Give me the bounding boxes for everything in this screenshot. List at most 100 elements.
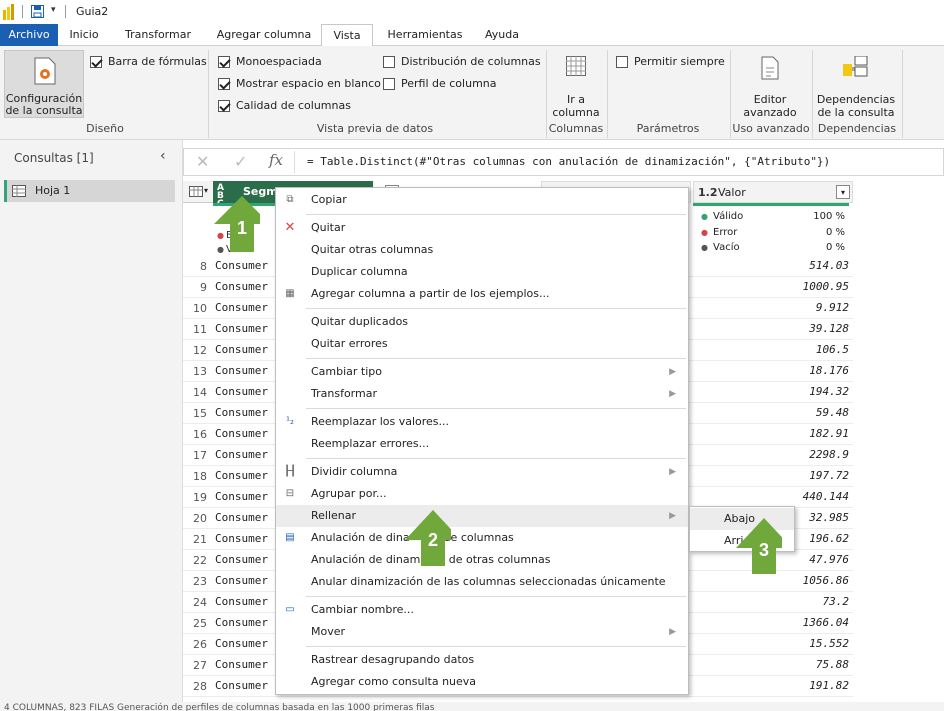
cell-valor[interactable]: 194.32: [703, 385, 849, 398]
cell-valor[interactable]: 9.912: [703, 301, 849, 314]
cell-segmento[interactable]: Consumer: [215, 427, 268, 440]
tab-transformar[interactable]: Transformar: [116, 24, 200, 46]
perfil-checkbox[interactable]: Perfil de columna: [383, 77, 497, 90]
cell-segmento[interactable]: Consumer: [215, 595, 268, 608]
menu-item-transformar[interactable]: Transformar ▶: [276, 383, 688, 405]
barra-formulas-checkbox[interactable]: Barra de fórmulas: [90, 55, 207, 68]
menu-item-anulacion-columnas[interactable]: ▤ Anulación de dina de columnas: [276, 527, 688, 549]
cell-segmento[interactable]: Consumer: [215, 385, 268, 398]
save-icon[interactable]: [31, 5, 44, 18]
cell-segmento[interactable]: Consumer: [215, 259, 268, 272]
menu-item-quitar-otras[interactable]: Quitar otras columnas: [276, 239, 688, 261]
cell-valor[interactable]: 106.5: [703, 343, 849, 356]
cell-segmento[interactable]: Consumer: [215, 490, 268, 503]
cell-valor[interactable]: 197.72: [703, 469, 849, 482]
cell-segmento[interactable]: Consumer: [215, 553, 268, 566]
menu-item-cambiar-tipo[interactable]: Cambiar tipo ▶: [276, 361, 688, 383]
menu-item-quitar-errores[interactable]: Quitar errores: [276, 333, 688, 355]
cell-valor[interactable]: 440.144: [703, 490, 849, 503]
cell-segmento[interactable]: Consumer: [215, 616, 268, 629]
cancel-formula-icon[interactable]: ✕: [196, 152, 209, 171]
fx-icon[interactable]: fx: [269, 151, 283, 169]
menu-item-quitar-duplicados[interactable]: Quitar duplicados: [276, 311, 688, 333]
menu-item-cambiar-nombre[interactable]: ▭ Cambiar nombre...: [276, 599, 688, 621]
menu-item-mover[interactable]: Mover ▶: [276, 621, 688, 643]
menu-item-anular-seleccionadas[interactable]: Anular dinamización de las columnas sele…: [276, 571, 688, 593]
menu-item-agrupar[interactable]: ⊟ Agrupar por...: [276, 483, 688, 505]
cell-valor[interactable]: 191.82: [703, 679, 849, 692]
ir-label-2: columna: [552, 106, 600, 119]
tab-inicio[interactable]: Inicio: [62, 24, 106, 46]
menu-item-duplicar[interactable]: Duplicar columna: [276, 261, 688, 283]
menu-label: Agrupar por...: [311, 487, 387, 500]
group-by-icon: ⊟: [285, 488, 295, 499]
commit-formula-icon[interactable]: ✓: [234, 152, 247, 171]
menu-item-reemplazar-valores[interactable]: ¹₂ Reemplazar los valores...: [276, 411, 688, 433]
query-item-hoja1[interactable]: Hoja 1: [4, 180, 175, 202]
menu-label: Rastrear desagrupando datos: [311, 653, 475, 666]
menu-item-anulacion-otras[interactable]: Anulación de dinam n de otras columnas: [276, 549, 688, 571]
cell-valor[interactable]: 1056.86: [703, 574, 849, 587]
formula-input[interactable]: = Table.Distinct(#"Otras columnas con an…: [307, 155, 830, 168]
cell-valor[interactable]: 15.552: [703, 637, 849, 650]
menu-item-reemplazar-errores[interactable]: Reemplazar errores...: [276, 433, 688, 455]
cell-segmento[interactable]: Consumer: [215, 301, 268, 314]
tab-archivo[interactable]: Archivo: [0, 24, 58, 46]
quick-access-dropdown-icon[interactable]: ▾: [51, 5, 56, 15]
menu-item-copiar[interactable]: ⧉ Copiar: [276, 189, 688, 211]
table-menu-button[interactable]: ▾: [183, 181, 213, 203]
tab-agregar-columna[interactable]: Agregar columna: [212, 24, 316, 46]
cell-segmento[interactable]: Consumer: [215, 679, 268, 692]
cell-segmento[interactable]: Consumer: [215, 448, 268, 461]
collapse-chevron-icon[interactable]: ‹: [160, 148, 166, 164]
distribucion-checkbox[interactable]: Distribución de columnas: [383, 55, 541, 68]
tab-herramientas[interactable]: Herramientas: [382, 24, 468, 46]
menu-item-agregar-consulta[interactable]: Agregar como consulta nueva: [276, 671, 688, 693]
cell-valor[interactable]: 59.48: [703, 406, 849, 419]
cell-segmento[interactable]: Consumer: [215, 406, 268, 419]
submenu-arrow-icon: ▶: [669, 627, 676, 637]
tab-vista[interactable]: Vista: [321, 24, 373, 47]
status-text: 4 COLUMNAS, 823 FILAS Generación de perf…: [4, 703, 435, 711]
cell-valor[interactable]: 514.03: [703, 259, 849, 272]
editor-avanzado-button[interactable]: Editor avanzado: [738, 50, 802, 119]
config-consulta-button[interactable]: Configuración de la consulta: [4, 50, 84, 118]
group-label-uso-avanzado: Uso avanzado: [732, 122, 810, 135]
mostrar-espacio-checkbox[interactable]: Mostrar espacio en blanco: [218, 77, 381, 90]
cell-segmento[interactable]: Consumer: [215, 658, 268, 671]
decimal-type-icon[interactable]: 1.2: [698, 186, 718, 199]
menu-item-dividir[interactable]: ┠┨ Dividir columna ▶: [276, 461, 688, 483]
cell-valor[interactable]: 39.128: [703, 322, 849, 335]
cell-segmento[interactable]: Consumer: [215, 532, 268, 545]
cell-segmento[interactable]: Consumer: [215, 343, 268, 356]
cell-segmento[interactable]: Consumer: [215, 637, 268, 650]
menu-label: Quitar errores: [311, 337, 388, 350]
tab-ayuda[interactable]: Ayuda: [478, 24, 526, 46]
cell-segmento[interactable]: Consumer: [215, 469, 268, 482]
menu-item-rastrear[interactable]: Rastrear desagrupando datos: [276, 649, 688, 671]
cell-valor[interactable]: 2298.9: [703, 448, 849, 461]
cell-segmento[interactable]: Consumer: [215, 574, 268, 587]
cell-valor[interactable]: 1000.95: [703, 280, 849, 293]
calidad-checkbox[interactable]: Calidad de columnas: [218, 99, 351, 112]
menu-item-rellenar[interactable]: Rellenar ▶: [276, 505, 688, 527]
permitir-siempre-checkbox[interactable]: Permitir siempre: [616, 55, 725, 68]
cell-valor[interactable]: 73.2: [703, 595, 850, 608]
monoespaciada-checkbox[interactable]: Monoespaciada: [218, 55, 322, 68]
menu-item-quitar[interactable]: ✕ Quitar: [276, 217, 688, 239]
cell-segmento[interactable]: Consumer: [215, 280, 268, 293]
cell-valor[interactable]: 1366.04: [703, 616, 849, 629]
menu-item-agregar-ejemplos[interactable]: ▦ Agregar columna a partir de los ejemplo…: [276, 283, 688, 305]
dependencias-button[interactable]: Dependencias de la consulta: [816, 50, 896, 119]
queries-pane: Consultas [1] ‹ Hoja 1: [0, 140, 183, 702]
cell-segmento[interactable]: Consumer: [215, 322, 268, 335]
mostrar-espacio-label: Mostrar espacio en blanco: [236, 77, 381, 90]
cell-valor[interactable]: 182.91: [703, 427, 849, 440]
column-header-valor[interactable]: 1.2 Valor ▾: [693, 181, 853, 203]
filter-dropdown-icon[interactable]: ▾: [836, 185, 850, 199]
cell-segmento[interactable]: Consumer: [215, 511, 268, 524]
ir-a-columna-button[interactable]: Ir a columna: [550, 50, 602, 119]
cell-valor[interactable]: 18.176: [703, 364, 849, 377]
cell-valor[interactable]: 75.88: [703, 658, 849, 671]
cell-segmento[interactable]: Consumer: [215, 364, 268, 377]
